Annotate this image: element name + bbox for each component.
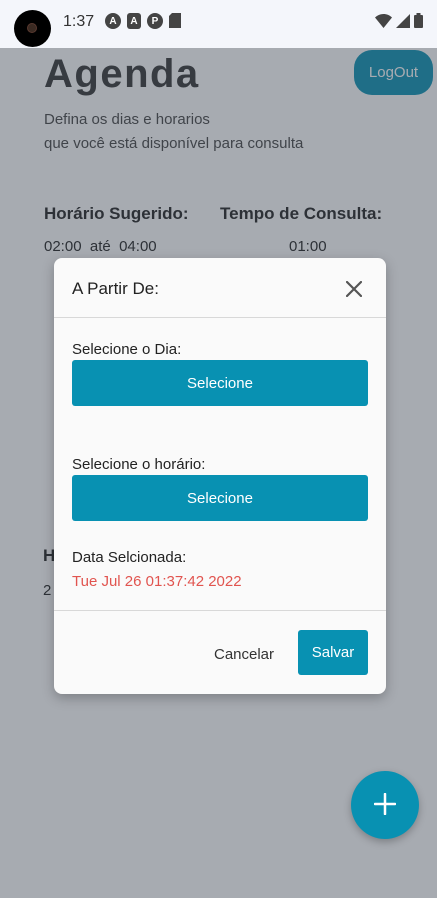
app-a-square-icon: A <box>127 13 141 29</box>
select-time-label: Selecione o horário: <box>72 456 206 473</box>
app-a-icon: A <box>105 13 121 29</box>
selected-date-value: Tue Jul 26 01:37:42 2022 <box>72 573 242 590</box>
select-day-label: Selecione o Dia: <box>72 341 182 358</box>
cancel-button[interactable]: Cancelar <box>204 634 284 674</box>
system-icons <box>375 13 423 33</box>
select-day-button[interactable]: Selecione <box>72 360 368 406</box>
select-time-button[interactable]: Selecione <box>72 475 368 521</box>
close-icon <box>345 280 363 300</box>
save-button[interactable]: Salvar <box>298 630 368 675</box>
wifi-icon <box>375 13 392 33</box>
sd-card-icon <box>169 13 181 33</box>
plus-icon <box>373 792 397 818</box>
camera-cutout <box>14 10 51 47</box>
app-p-icon: P <box>147 13 163 29</box>
status-time: 1:37 <box>63 13 95 30</box>
battery-icon <box>414 13 423 33</box>
signal-icon <box>396 13 410 33</box>
close-button[interactable] <box>342 278 366 302</box>
notification-icons: A A P <box>105 13 181 33</box>
add-button[interactable] <box>351 771 419 839</box>
modal-header: A Partir De: <box>54 258 386 318</box>
status-bar: 1:37 A A P <box>0 0 437 48</box>
modal-footer-divider <box>54 610 386 611</box>
selected-date-label: Data Selcionada: <box>72 549 187 566</box>
modal-title: A Partir De: <box>72 279 159 298</box>
date-picker-modal: A Partir De: Selecione o Dia: Selecione … <box>54 258 386 694</box>
